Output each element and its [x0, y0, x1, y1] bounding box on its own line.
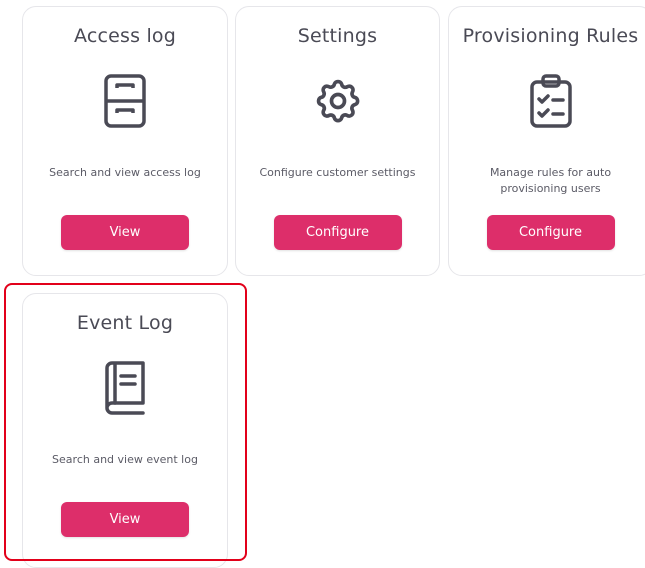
card-access-log: Access log Search and view access log Vi… — [22, 6, 228, 276]
card-title: Settings — [297, 25, 378, 47]
card-event-log: Event Log Search and view event log View — [22, 293, 228, 568]
view-access-log-button[interactable]: View — [61, 215, 189, 250]
configure-provisioning-button[interactable]: Configure — [486, 215, 615, 250]
configure-settings-button[interactable]: Configure — [273, 215, 402, 250]
archive-drawer-icon — [99, 71, 151, 131]
card-title: Access log — [73, 25, 177, 47]
card-settings: Settings Configure customer settings Con… — [235, 6, 440, 276]
view-event-log-button[interactable]: View — [61, 502, 189, 537]
book-icon — [99, 358, 151, 418]
card-provisioning-rules: Provisioning Rules Manage rules for auto… — [448, 6, 645, 276]
card-description: Search and view event log — [52, 453, 198, 466]
card-title: Event Log — [76, 312, 174, 334]
card-description: Search and view access log — [49, 166, 201, 179]
card-description: Manage rules for auto provisioning users — [489, 166, 612, 195]
gear-icon — [312, 71, 364, 131]
clipboard-checklist-icon — [525, 71, 577, 131]
card-description: Configure customer settings — [259, 166, 416, 179]
card-title: Provisioning Rules — [462, 25, 639, 47]
